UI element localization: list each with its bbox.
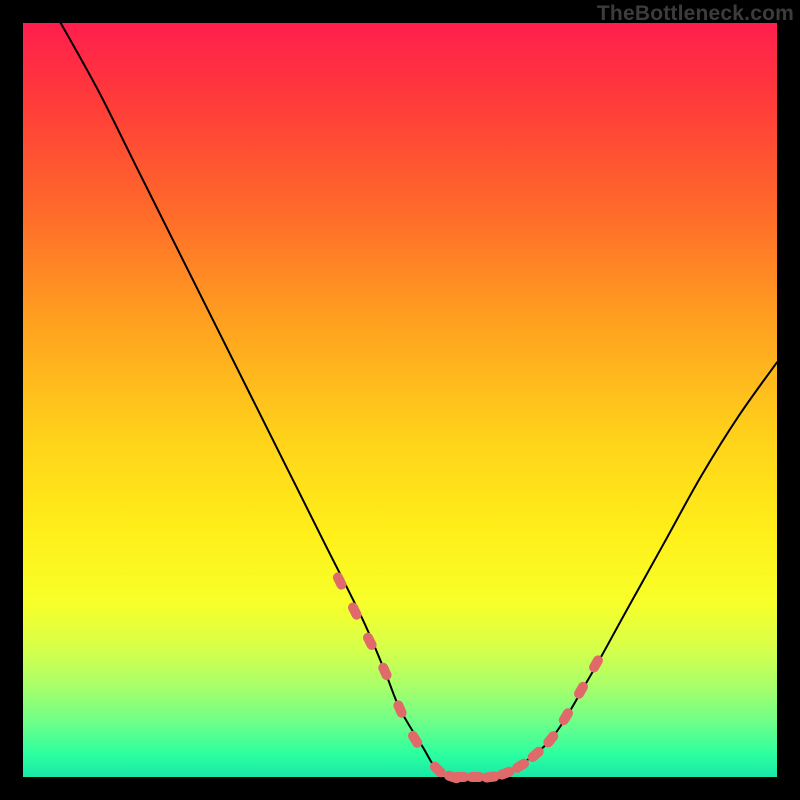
marker-group [331, 571, 605, 785]
chart-svg [23, 23, 777, 777]
curve-marker [557, 706, 575, 727]
curve-marker [331, 571, 348, 592]
chart-frame: TheBottleneck.com [0, 0, 800, 800]
watermark-text: TheBottleneck.com [597, 2, 794, 26]
curve-marker [481, 771, 500, 783]
bottleneck-curve [61, 23, 777, 778]
chart-plot-area [23, 23, 777, 777]
curve-marker [392, 699, 408, 720]
curve-marker [346, 601, 363, 622]
curve-marker [377, 661, 393, 682]
